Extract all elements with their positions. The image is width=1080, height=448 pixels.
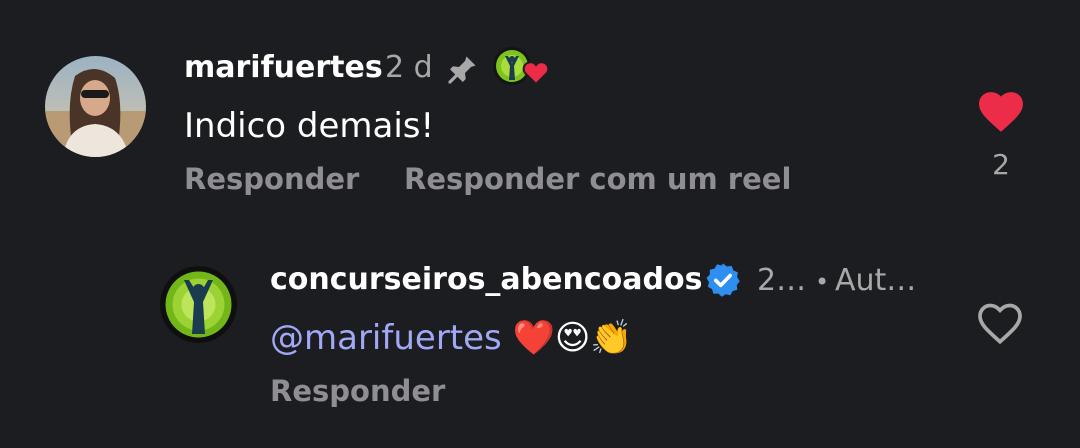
creator-liked-heart-icon — [492, 44, 554, 94]
comment-username[interactable]: marifuertes — [184, 50, 383, 85]
meta-separator: • — [815, 268, 830, 296]
commenter-avatar[interactable] — [45, 56, 146, 157]
comment-time: 2 d — [385, 50, 433, 85]
reply-button[interactable]: Responder — [184, 162, 359, 196]
reply-emojis: ❤️😍👏 — [512, 318, 633, 358]
reply-time: 2… — [757, 263, 807, 298]
comment-text: Indico demais! — [184, 106, 435, 146]
like-count: 2 — [992, 148, 1010, 181]
comments-thread: marifuertes 2 d Indico demais! Responder… — [0, 0, 1080, 448]
reply-username[interactable]: concurseiros_abencoados — [270, 262, 702, 297]
reply-reply-button[interactable]: Responder — [270, 374, 445, 408]
like-heart-outline-icon[interactable] — [975, 300, 1025, 350]
like-heart-icon[interactable] — [975, 88, 1027, 138]
author-label: Aut… — [835, 263, 917, 298]
mention-link[interactable]: @marifuertes — [270, 318, 502, 358]
reply-text: @marifuertes ❤️😍👏 — [270, 318, 633, 358]
verified-badge-icon — [705, 262, 741, 302]
pin-icon — [444, 52, 480, 92]
reply-with-reel-button[interactable]: Responder com um reel — [404, 162, 791, 196]
replier-avatar[interactable] — [160, 266, 237, 343]
